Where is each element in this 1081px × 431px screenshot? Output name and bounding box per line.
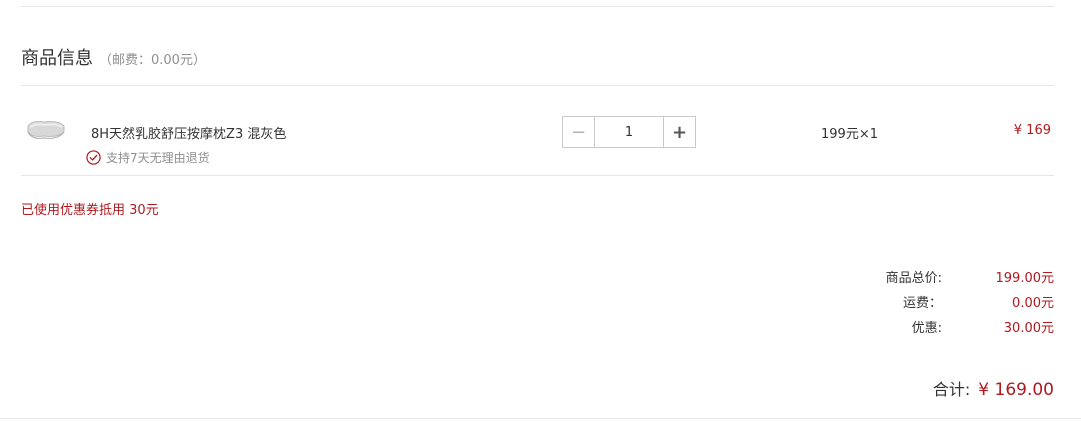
quantity-stepper[interactable]: − + bbox=[562, 116, 696, 148]
shipping-label: 运费： bbox=[902, 296, 942, 311]
return-policy-text: 支持7天无理由退货 bbox=[106, 151, 210, 165]
minus-icon: − bbox=[570, 121, 587, 143]
grand-total: 合计: ¥ 169.00 bbox=[933, 376, 1054, 400]
quantity-input[interactable] bbox=[595, 117, 663, 147]
coupon-note: 已使用优惠券抵用 30元 bbox=[21, 203, 159, 218]
bottom-divider bbox=[0, 418, 1081, 419]
pillow-thumbnail-icon[interactable] bbox=[24, 116, 68, 144]
section-title: 商品信息 bbox=[21, 48, 93, 69]
product-row: 8H天然乳胶舒压按摩枕Z3 混灰色 支持7天无理由退货 − + 199元×1 ¥… bbox=[0, 86, 1081, 176]
top-divider bbox=[21, 6, 1054, 7]
items-total-label: 商品总价: bbox=[885, 271, 942, 286]
discount-value: 30.00元 bbox=[1003, 321, 1054, 336]
section-header: 商品信息 （邮费：0.00元） bbox=[21, 44, 206, 70]
discount-row: 优惠: 30.00元 bbox=[852, 314, 1054, 339]
shipping-value: 0.00元 bbox=[1012, 296, 1054, 311]
product-name[interactable]: 8H天然乳胶舒压按摩枕Z3 混灰色 bbox=[91, 123, 286, 142]
plus-icon: + bbox=[671, 121, 688, 143]
grand-total-value: ¥ 169.00 bbox=[978, 380, 1054, 400]
shipping-row: 运费： 0.00元 bbox=[852, 289, 1054, 314]
grand-total-label: 合计: bbox=[932, 380, 971, 399]
items-total-row: 商品总价: 199.00元 bbox=[852, 264, 1054, 289]
check-circle-icon bbox=[86, 150, 101, 165]
increase-quantity-button[interactable]: + bbox=[663, 117, 695, 147]
return-policy: 支持7天无理由退货 bbox=[86, 149, 210, 166]
decrease-quantity-button[interactable]: − bbox=[563, 117, 595, 147]
order-summary: 商品总价: 199.00元 运费： 0.00元 优惠: 30.00元 bbox=[852, 264, 1054, 339]
postage-info: （邮费：0.00元） bbox=[99, 53, 206, 68]
unit-price: 199元×1 bbox=[821, 127, 878, 142]
item-subtotal: ¥ 169 bbox=[1013, 123, 1051, 138]
discount-label: 优惠: bbox=[911, 321, 942, 336]
items-total-value: 199.00元 bbox=[995, 271, 1055, 286]
